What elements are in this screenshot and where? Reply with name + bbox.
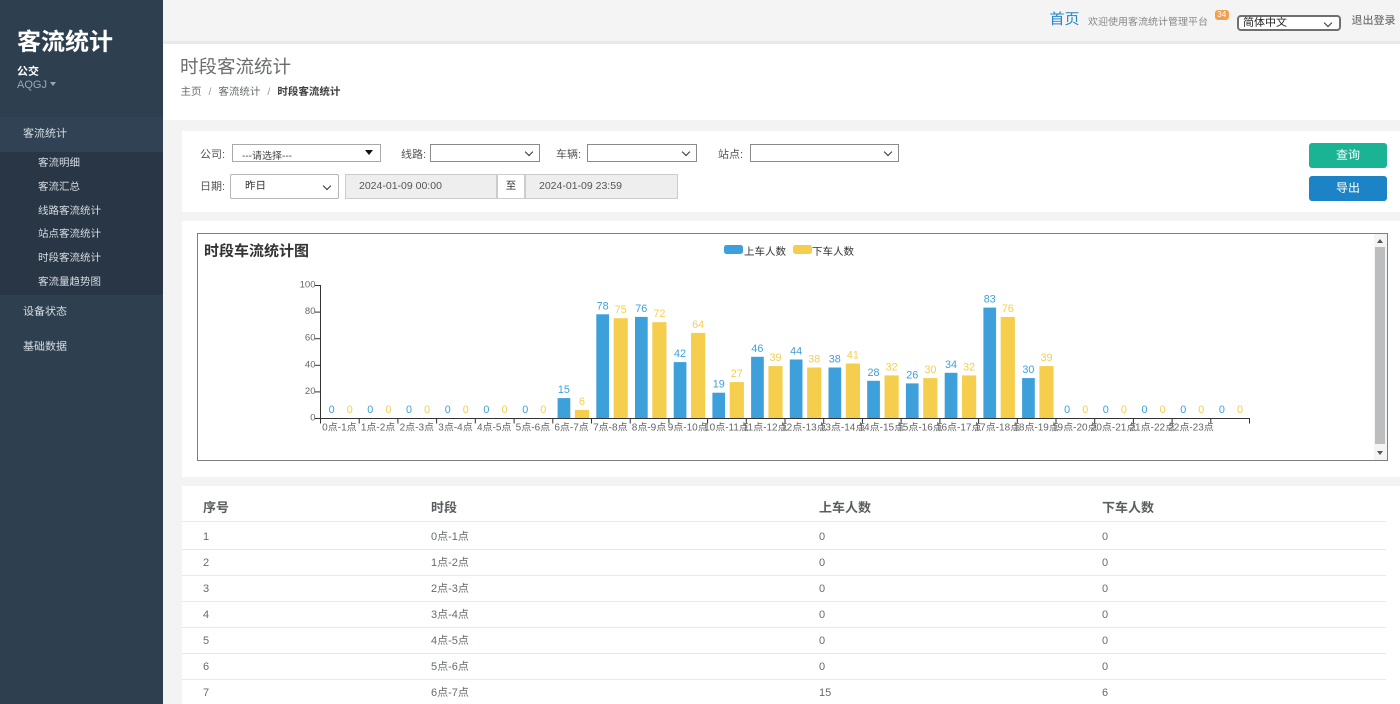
svg-text:0: 0 [1103,404,1109,416]
svg-text:26: 26 [906,369,918,381]
svg-text:0: 0 [1064,404,1070,416]
svg-text:83: 83 [984,294,996,306]
svg-text:6: 6 [579,396,585,408]
svg-text:0: 0 [483,404,489,416]
svg-text:0: 0 [522,404,528,416]
svg-text:0: 0 [1237,404,1243,416]
svg-text:0: 0 [406,404,412,416]
svg-text:39: 39 [769,352,781,364]
svg-text:0: 0 [1121,404,1127,416]
svg-text:0: 0 [1180,404,1186,416]
svg-text:44: 44 [790,346,802,358]
svg-text:5点-6点: 5点-6点 [516,422,550,434]
svg-text:19: 19 [713,379,725,391]
svg-text:38: 38 [829,354,841,366]
svg-text:22点-23点: 22点-23点 [1168,422,1214,434]
svg-text:0: 0 [310,413,315,424]
svg-text:0: 0 [347,404,353,416]
svg-text:0: 0 [329,404,335,416]
svg-text:0点-1点: 0点-1点 [322,422,356,434]
svg-text:2点-3点: 2点-3点 [400,422,434,434]
svg-text:4点-5点: 4点-5点 [477,422,511,434]
svg-text:41: 41 [847,350,859,362]
svg-text:27: 27 [731,368,743,380]
svg-text:78: 78 [597,300,609,312]
svg-text:20: 20 [305,386,316,397]
svg-text:8点-9点: 8点-9点 [632,422,666,434]
svg-text:72: 72 [653,308,665,320]
svg-text:0: 0 [385,404,391,416]
svg-text:0: 0 [540,404,546,416]
svg-text:0: 0 [1219,404,1225,416]
svg-text:32: 32 [963,361,975,373]
svg-text:0: 0 [501,404,507,416]
svg-text:80: 80 [305,306,316,317]
svg-text:32: 32 [886,361,898,373]
svg-text:6点-7点: 6点-7点 [554,422,588,434]
svg-text:7点-8点: 7点-8点 [593,422,627,434]
svg-text:75: 75 [615,304,627,316]
svg-text:0: 0 [445,404,451,416]
svg-text:39: 39 [1040,352,1052,364]
svg-text:9点-10点: 9点-10点 [668,422,708,434]
svg-text:76: 76 [635,303,647,315]
svg-text:0: 0 [1082,404,1088,416]
svg-text:15: 15 [558,384,570,396]
svg-text:0: 0 [1160,404,1166,416]
svg-text:46: 46 [751,343,763,355]
svg-text:64: 64 [692,319,704,331]
svg-text:1点-2点: 1点-2点 [361,422,395,434]
svg-text:0: 0 [1141,404,1147,416]
svg-text:3点-4点: 3点-4点 [438,422,472,434]
svg-text:0: 0 [367,404,373,416]
svg-text:0: 0 [424,404,430,416]
svg-text:34: 34 [945,359,957,371]
svg-text:0: 0 [463,404,469,416]
svg-text:30: 30 [924,364,936,376]
svg-text:28: 28 [867,367,879,379]
svg-text:38: 38 [808,354,820,366]
svg-text:60: 60 [305,333,316,344]
svg-text:40: 40 [305,359,316,370]
svg-text:0: 0 [1198,404,1204,416]
svg-text:30: 30 [1022,364,1034,376]
svg-text:42: 42 [674,348,686,360]
svg-text:100: 100 [300,280,316,291]
svg-text:76: 76 [1002,303,1014,315]
